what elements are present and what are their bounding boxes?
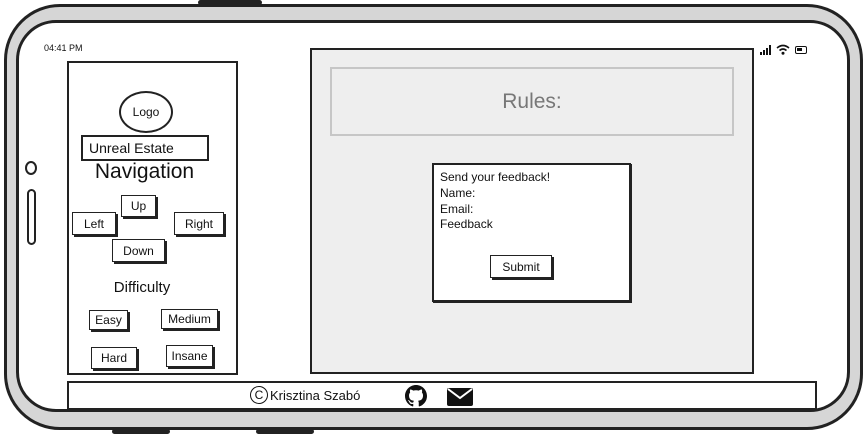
nav-up-button[interactable]: Up xyxy=(121,195,156,217)
difficulty-easy-button[interactable]: Easy xyxy=(89,310,128,330)
email-icon[interactable] xyxy=(447,387,473,407)
difficulty-insane-button[interactable]: Insane xyxy=(166,345,213,367)
feedback-heading: Send your feedback! xyxy=(440,170,551,184)
logo[interactable]: Logo xyxy=(119,91,173,133)
difficulty-title: Difficulty xyxy=(113,279,171,296)
copyright-icon: C xyxy=(250,386,268,404)
nav-down-button[interactable]: Down xyxy=(112,239,165,262)
rules-title: Rules: xyxy=(330,67,734,136)
nav-left-button[interactable]: Left xyxy=(72,212,116,235)
camera-icon xyxy=(25,161,37,175)
difficulty-hard-button[interactable]: Hard xyxy=(91,347,137,369)
phone-bottom-button-left xyxy=(112,429,170,434)
nav-right-button[interactable]: Right xyxy=(174,212,224,235)
github-icon[interactable] xyxy=(405,385,427,407)
phone-bottom-button-right xyxy=(256,429,314,434)
status-icons xyxy=(760,41,807,55)
author-name: Krisztina Szabó xyxy=(270,387,361,403)
speaker-slot xyxy=(27,189,36,245)
phone-top-button xyxy=(198,0,262,5)
footer xyxy=(67,381,817,410)
status-time: 04:41 PM xyxy=(44,43,83,53)
feedback-label: Feedback xyxy=(440,217,493,231)
navigation-title: Navigation xyxy=(94,160,195,183)
copyright: C Krisztina Szabó xyxy=(250,386,360,404)
brand-name: Unreal Estate xyxy=(81,135,209,161)
battery-icon xyxy=(795,46,807,54)
name-label: Name: xyxy=(440,186,476,200)
wifi-icon xyxy=(776,44,790,55)
difficulty-medium-button[interactable]: Medium xyxy=(161,309,218,329)
submit-button[interactable]: Submit xyxy=(490,255,552,278)
signal-icon xyxy=(760,45,771,55)
email-label: Email: xyxy=(440,202,474,216)
